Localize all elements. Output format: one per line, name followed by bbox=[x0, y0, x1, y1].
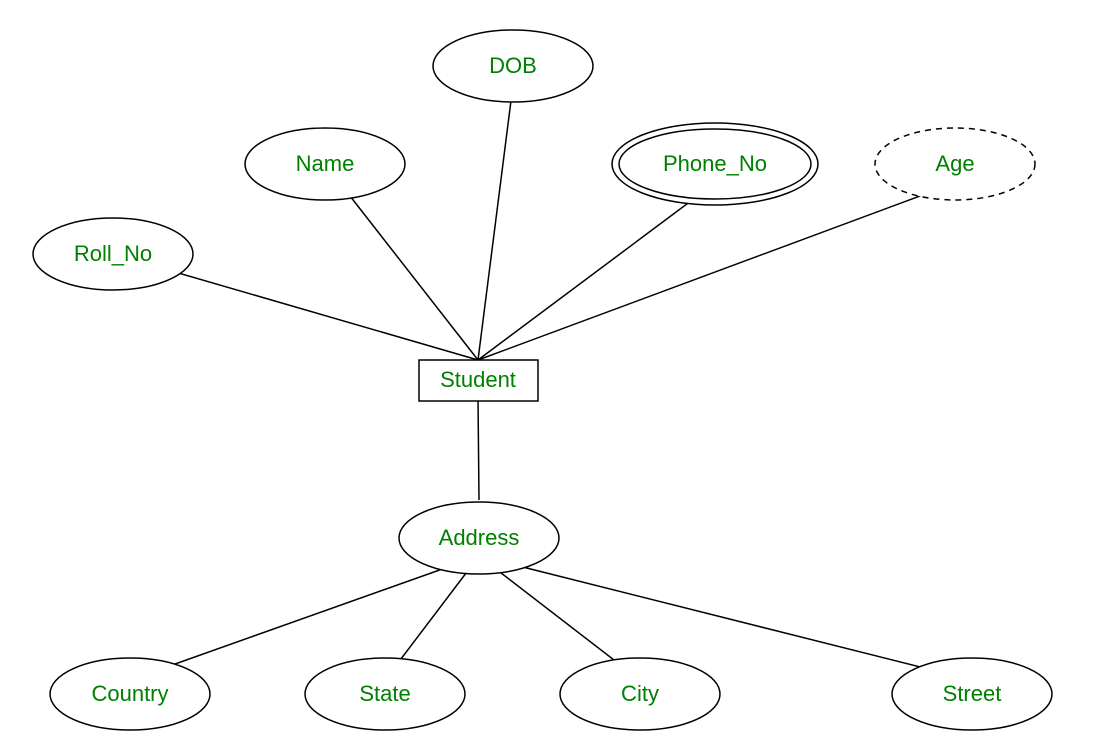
attr-age-label: Age bbox=[935, 151, 974, 177]
entity-student-label: Student bbox=[440, 367, 516, 393]
attr-address-label: Address bbox=[439, 525, 520, 551]
attr-city-label: City bbox=[621, 681, 659, 707]
attr-country-label: Country bbox=[91, 681, 168, 707]
line-address-street bbox=[479, 556, 972, 680]
line-student-age bbox=[478, 183, 955, 360]
attr-state-label: State bbox=[359, 681, 410, 707]
attr-dob-label: DOB bbox=[489, 53, 537, 79]
attr-phoneno-label: Phone_No bbox=[663, 151, 767, 177]
attr-street-label: Street bbox=[943, 681, 1002, 707]
er-diagram bbox=[0, 0, 1112, 753]
attr-rollno-label: Roll_No bbox=[74, 241, 152, 267]
line-address-country bbox=[130, 556, 479, 680]
line-student-phoneno bbox=[478, 183, 715, 360]
line-student-address bbox=[478, 398, 479, 500]
attr-name-label: Name bbox=[296, 151, 355, 177]
line-student-dob bbox=[478, 85, 513, 360]
